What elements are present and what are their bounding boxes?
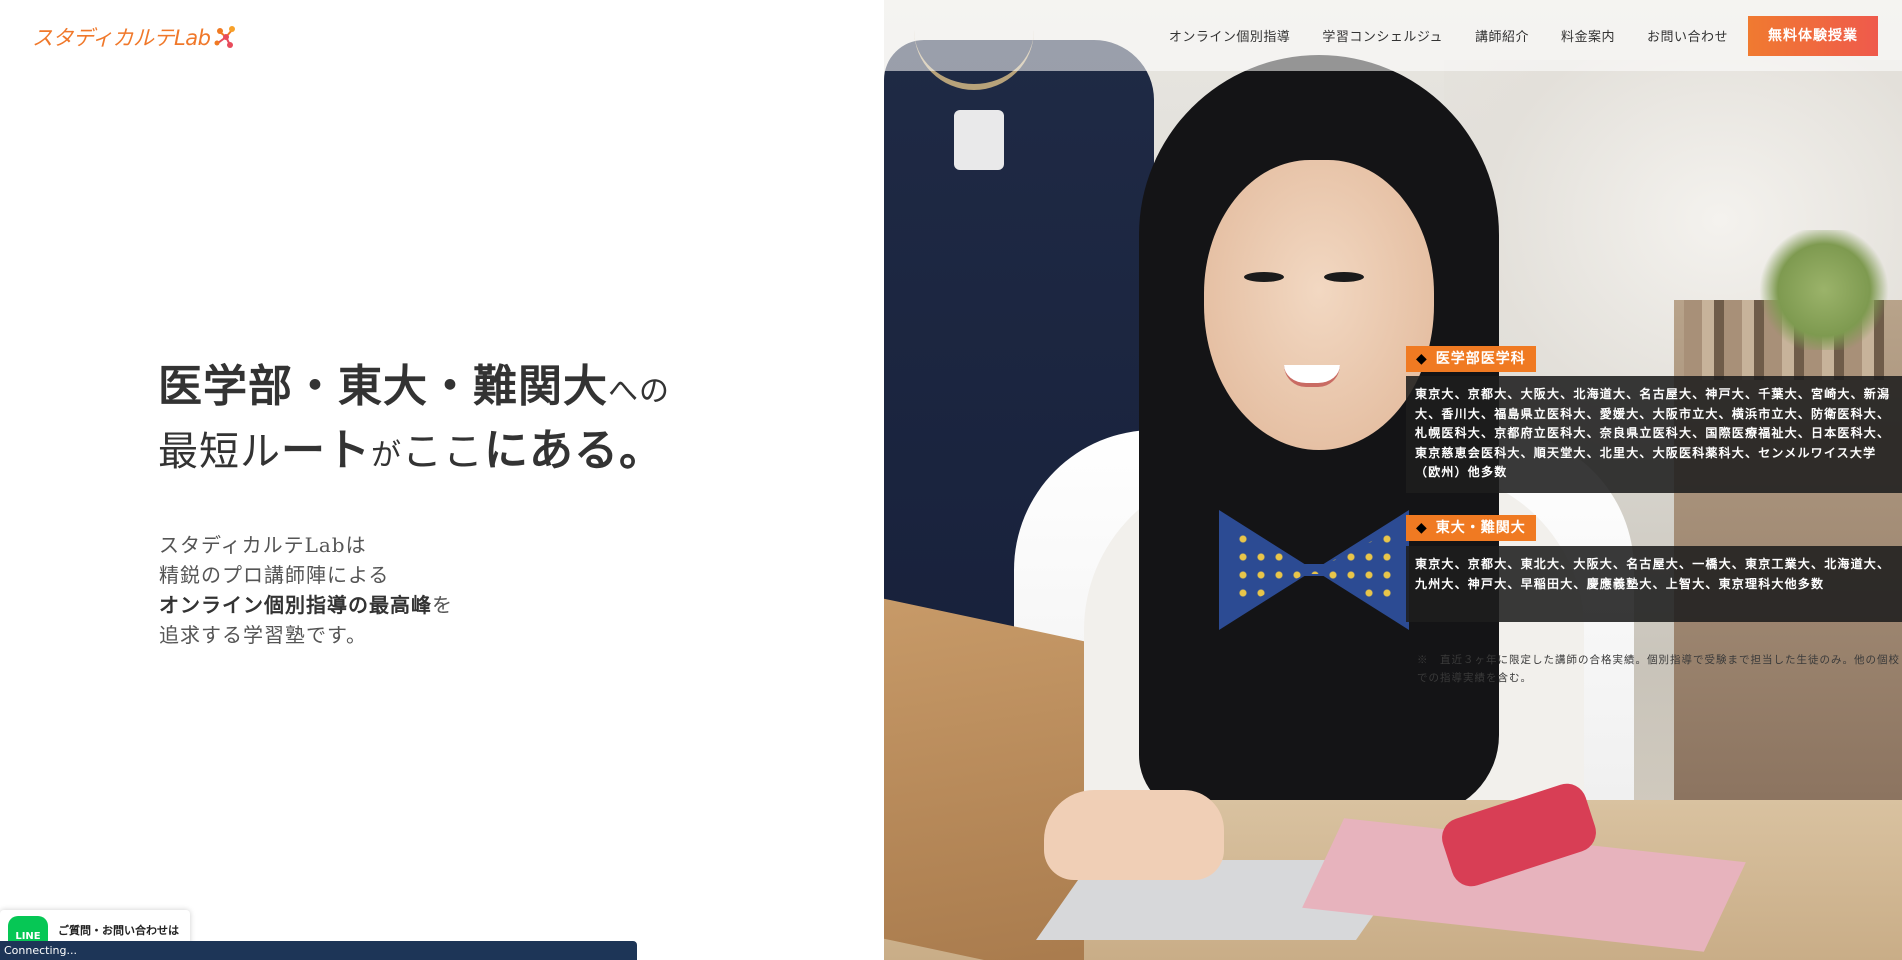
molecule-icon [214, 26, 236, 48]
line-widget-text: ご質問・お問い合わせは [58, 924, 179, 937]
headline-line2-e: にある。 [484, 424, 664, 476]
results-tag-medical: ◆ 医学部医学科 [1406, 346, 1536, 372]
nav-teachers[interactable]: 講師紹介 [1475, 26, 1529, 45]
main-nav: オンライン個別指導 学習コンシェルジュ 講師紹介 料金案内 お問い合わせ 無料体… [884, 0, 1902, 71]
hero-headline: 医学部・東大・難関大への 最短ルートがここにある。 [158, 355, 670, 483]
nav-pricing[interactable]: 料金案内 [1561, 26, 1615, 45]
results-list-elite: 東京大、京都大、東北大、大阪大、名古屋大、一橋大、東京工業大、北海道大、九州大、… [1406, 546, 1902, 622]
headline-line2-d: ここ [402, 428, 484, 475]
nav-online-tutoring[interactable]: オンライン個別指導 [1169, 26, 1291, 45]
logo-text: スタディカルテLab [32, 26, 211, 50]
hero-intro: スタディカルテLabは 精鋭のプロ講師陣による オンライン個別指導の最高峰を 追… [159, 530, 453, 650]
nav-contact[interactable]: お問い合わせ [1647, 26, 1728, 45]
intro-line: 追求する学習塾です。 [159, 623, 367, 647]
status-bar: Connecting... [0, 941, 637, 960]
headline-line2-a: 最短ル [158, 428, 281, 475]
diamond-icon: ◆ [1416, 351, 1428, 367]
headline-line2-b: ート [281, 424, 371, 476]
hero-left-panel: スタディカルテLab 医学部・東大・難関大への 最短ルートがここにある。 スタデ… [0, 0, 884, 960]
results-list-medical: 東京大、京都大、大阪大、北海道大、名古屋大、神戸大、千葉大、宮崎大、新潟大、香川… [1406, 376, 1902, 493]
headline-line1-suffix: への [608, 374, 670, 409]
intro-line: 精鋭のプロ講師陣による [159, 563, 390, 587]
results-tag-label: 医学部医学科 [1435, 351, 1526, 367]
diamond-icon: ◆ [1416, 520, 1428, 536]
intro-line: オンライン個別指導の最高峰を [159, 590, 453, 620]
free-trial-button[interactable]: 無料体験授業 [1748, 15, 1878, 56]
nav-concierge[interactable]: 学習コンシェルジュ [1322, 26, 1443, 45]
intro-line: スタディカルテLabは [159, 533, 367, 557]
intro-emphasis: オンライン個別指導の最高峰 [159, 593, 432, 617]
headline-line1-main: 医学部・東大・難関大 [158, 361, 608, 412]
results-tag-elite: ◆ 東大・難関大 [1406, 515, 1536, 541]
headline-line2-c: が [371, 437, 402, 473]
results-tag-label: 東大・難関大 [1435, 520, 1526, 536]
site-logo[interactable]: スタディカルテLab [32, 22, 238, 52]
results-footnote: ※ 直近３ヶ年に限定した講師の合格実績。個別指導で受験まで担当した生徒のみ。他の… [1417, 654, 1900, 684]
intro-particle: を [432, 593, 453, 617]
